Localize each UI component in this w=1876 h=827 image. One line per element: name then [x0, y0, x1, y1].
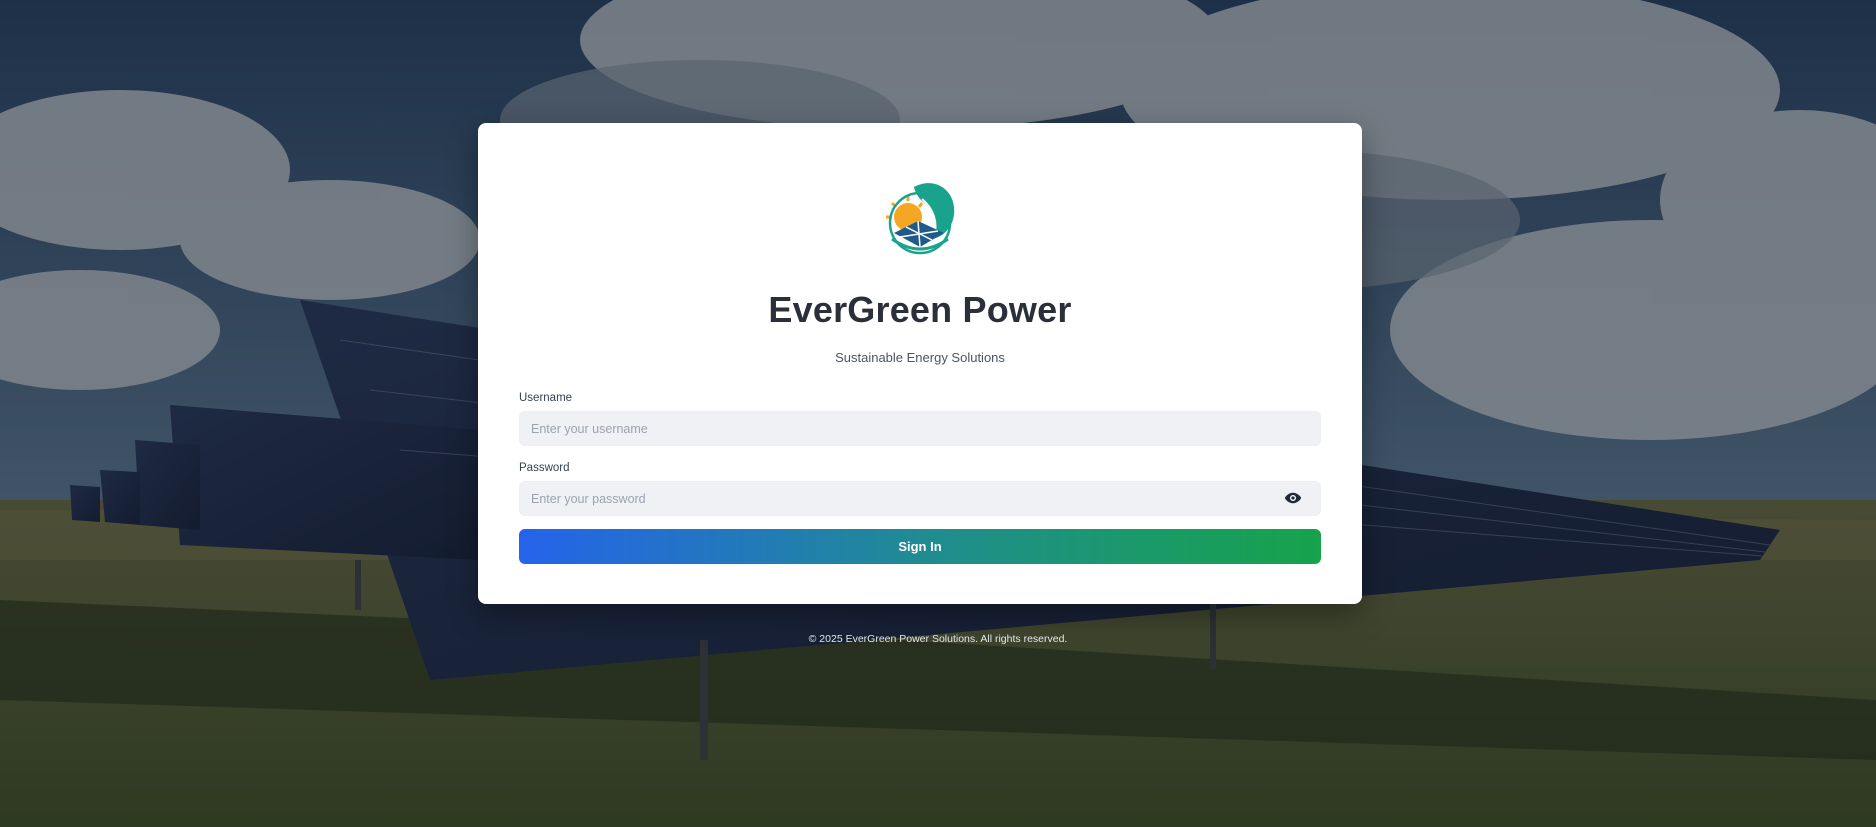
password-input[interactable] — [519, 481, 1321, 516]
evergreen-logo-icon — [886, 183, 955, 255]
username-input[interactable] — [519, 411, 1321, 446]
brand-title: EverGreen Power — [768, 289, 1072, 330]
login-card: EverGreen Power Sustainable Energy Solut… — [478, 123, 1362, 604]
sign-in-button[interactable]: Sign In — [519, 529, 1321, 564]
password-label: Password — [519, 462, 570, 474]
brand-tagline: Sustainable Energy Solutions — [835, 350, 1005, 365]
username-label: Username — [519, 392, 573, 404]
footer-copyright: © 2025 EverGreen Power Solutions. All ri… — [808, 633, 1068, 645]
eye-icon[interactable] — [1284, 491, 1302, 505]
